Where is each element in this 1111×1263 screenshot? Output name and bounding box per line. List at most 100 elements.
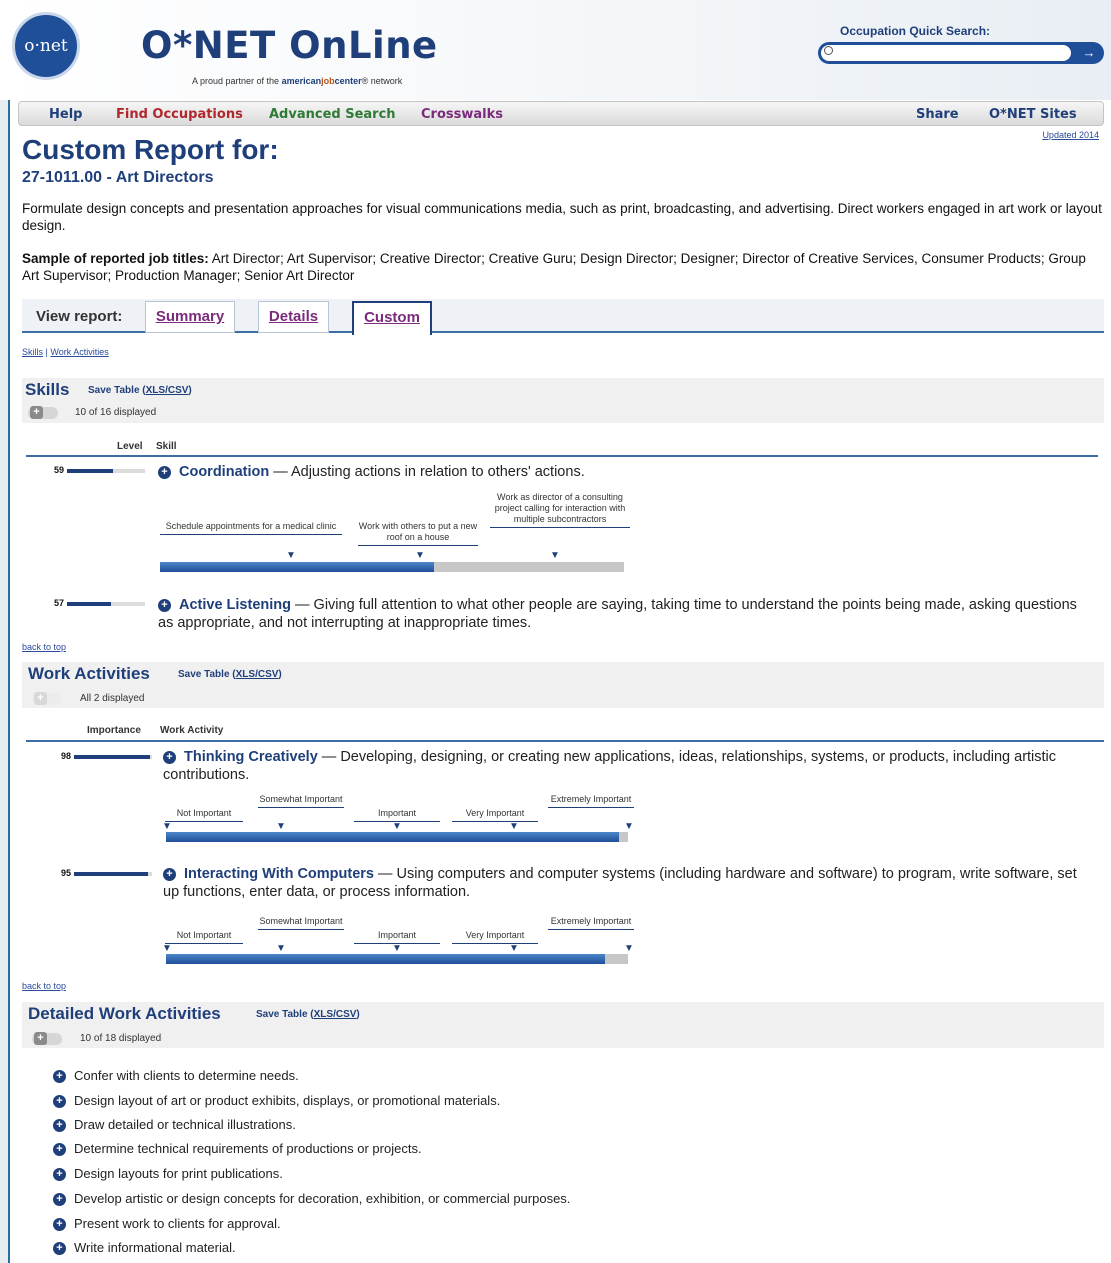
expand-plus-icon[interactable]: + (53, 1168, 66, 1181)
search-icon (824, 46, 833, 55)
skill-level-fill (67, 469, 114, 473)
dwa-item: + Write informational material. (53, 1240, 236, 1255)
anchor-arrow-icon: ▼ (392, 821, 402, 832)
skills-save-link[interactable]: XLS/CSV (146, 385, 189, 396)
dwa-save-table: Save Table (XLS/CSV) (256, 1009, 360, 1020)
skills-save-table: Save Table (XLS/CSV) (88, 385, 192, 396)
expand-plus-icon[interactable]: + (163, 868, 176, 881)
jump-work-activities[interactable]: Work Activities (50, 347, 108, 357)
expand-plus-icon[interactable]: + (158, 599, 171, 612)
wa-scale-fill (166, 832, 619, 842)
dwa-save-link[interactable]: XLS/CSV (314, 1009, 357, 1020)
updated-link[interactable]: Updated 2014 (1042, 130, 1099, 140)
anchor-arrow-icon: ▼ (276, 943, 286, 954)
expand-plus-icon[interactable]: + (53, 1095, 66, 1108)
expand-plus-icon[interactable]: + (53, 1218, 66, 1231)
dwa-expand-toggle[interactable] (32, 1032, 62, 1045)
wa-scale-fill (166, 954, 605, 964)
anchor-arrow-icon: ▼ (624, 943, 634, 954)
skill-name[interactable]: Active Listening (179, 597, 291, 613)
tagline-center: center (334, 76, 362, 86)
dwa-text: Design layout of art or product exhibits… (74, 1093, 501, 1108)
wa-name[interactable]: Interacting With Computers (184, 866, 374, 882)
skills-header-rule (26, 455, 1098, 457)
col-skill: Skill (156, 441, 177, 452)
anchor-label: Very Important (452, 930, 538, 944)
site-title[interactable]: O*NET OnLine (141, 24, 438, 67)
page-title: Custom Report for: (22, 134, 279, 165)
dwa-shown-count: 10 of 18 displayed (80, 1033, 162, 1044)
anchor-label: Important (354, 930, 440, 944)
view-report-label: View report: (36, 308, 123, 325)
col-importance: Importance (87, 725, 141, 736)
anchor-label: Somewhat Important (258, 916, 344, 930)
anchor-label: Extremely Important (548, 916, 634, 930)
tab-custom[interactable]: Custom (352, 301, 432, 335)
dwa-title: Detailed Work Activities (28, 1004, 221, 1023)
save-prefix: Save Table ( (256, 1009, 314, 1020)
jump-separator: | (45, 347, 48, 357)
dwa-item: + Confer with clients to determine needs. (53, 1068, 299, 1083)
skill-row-coordination: + Coordination — Adjusting actions in rel… (158, 463, 1088, 481)
jump-skills[interactable]: Skills (22, 347, 43, 357)
nav-find-occupations[interactable]: Find Occupations (116, 107, 243, 122)
tagline: A proud partner of the americanjobcenter… (192, 76, 402, 86)
skill-row-active-listening: + Active Listening — Giving full attentio… (158, 596, 1088, 632)
nav-onet-sites[interactable]: O*NET Sites (989, 107, 1077, 122)
expand-plus-icon[interactable]: + (163, 751, 176, 764)
go-arrow-icon[interactable]: → (1078, 44, 1100, 62)
anchor-arrow-icon: ▼ (415, 550, 425, 561)
expand-plus-icon[interactable]: + (53, 1070, 66, 1083)
nav-help[interactable]: Help (49, 107, 82, 122)
anchor-label: Very Important (452, 808, 538, 822)
nav-advanced-search[interactable]: Advanced Search (269, 107, 396, 122)
wa-name[interactable]: Thinking Creatively (184, 749, 318, 765)
skill-desc: — Adjusting actions in relation to other… (273, 464, 585, 480)
skill-level-bar (67, 602, 145, 606)
main-nav: Help Find Occupations Advanced Search Cr… (18, 101, 1104, 126)
skills-expand-toggle[interactable] (28, 406, 58, 419)
expand-plus-icon[interactable]: + (53, 1242, 66, 1255)
nav-share[interactable]: Share (916, 107, 959, 122)
tab-summary[interactable]: Summary (145, 301, 235, 333)
dwa-text: Draw detailed or technical illustrations… (74, 1117, 296, 1132)
work-activities-section-header: Work Activities Save Table (XLS/CSV) All… (22, 662, 1104, 708)
expand-plus-icon[interactable]: + (53, 1119, 66, 1132)
dwa-item: + Design layouts for print publications. (53, 1166, 283, 1181)
occupation-description: Formulate design concepts and presentati… (22, 201, 1102, 233)
quick-search-input[interactable] (821, 45, 1071, 61)
wa-header-rule (26, 740, 1104, 742)
tab-details[interactable]: Details (258, 301, 329, 333)
sample-job-titles: Sample of reported job titles: Art Direc… (22, 250, 1102, 284)
wa-save-table: Save Table (XLS/CSV) (178, 669, 282, 680)
dwa-text: Confer with clients to determine needs. (74, 1068, 299, 1083)
expand-plus-icon[interactable]: + (53, 1193, 66, 1206)
dwa-text: Develop artistic or design concepts for … (74, 1191, 571, 1206)
skill-name[interactable]: Coordination (179, 464, 269, 480)
save-suffix: ) (356, 1009, 360, 1020)
anchor-arrow-icon: ▼ (509, 821, 519, 832)
expand-plus-icon[interactable]: + (53, 1143, 66, 1156)
expand-plus-icon[interactable]: + (158, 466, 171, 479)
anchor-arrow-icon: ▼ (276, 821, 286, 832)
onet-logo[interactable]: o·net (12, 12, 80, 80)
back-to-top-link[interactable]: back to top (22, 981, 66, 991)
view-report-bar: View report: Summary Details Custom (22, 299, 1104, 335)
dwa-item: + Present work to clients for approval. (53, 1216, 281, 1231)
dwa-item: + Draw detailed or technical illustration… (53, 1117, 296, 1132)
dwa-item: + Design layout of art or product exhibit… (53, 1093, 500, 1108)
anchor-arrow-icon: ▼ (162, 821, 172, 832)
wa-shown-count: All 2 displayed (80, 693, 145, 704)
dwa-section-header: Detailed Work Activities Save Table (XLS… (22, 1002, 1104, 1048)
skill-scale-fill (160, 562, 434, 572)
anchor-arrow-icon: ▼ (624, 821, 634, 832)
back-to-top-link[interactable]: back to top (22, 642, 66, 652)
wa-expand-toggle[interactable] (32, 692, 62, 705)
save-suffix: ) (188, 385, 192, 396)
wa-save-link[interactable]: XLS/CSV (236, 669, 279, 680)
skill-level-bar (67, 469, 145, 473)
tagline-prefix: A proud partner of the (192, 76, 280, 86)
nav-crosswalks[interactable]: Crosswalks (421, 107, 503, 122)
importance-value: 95 (60, 868, 71, 878)
col-work-activity: Work Activity (160, 725, 224, 736)
